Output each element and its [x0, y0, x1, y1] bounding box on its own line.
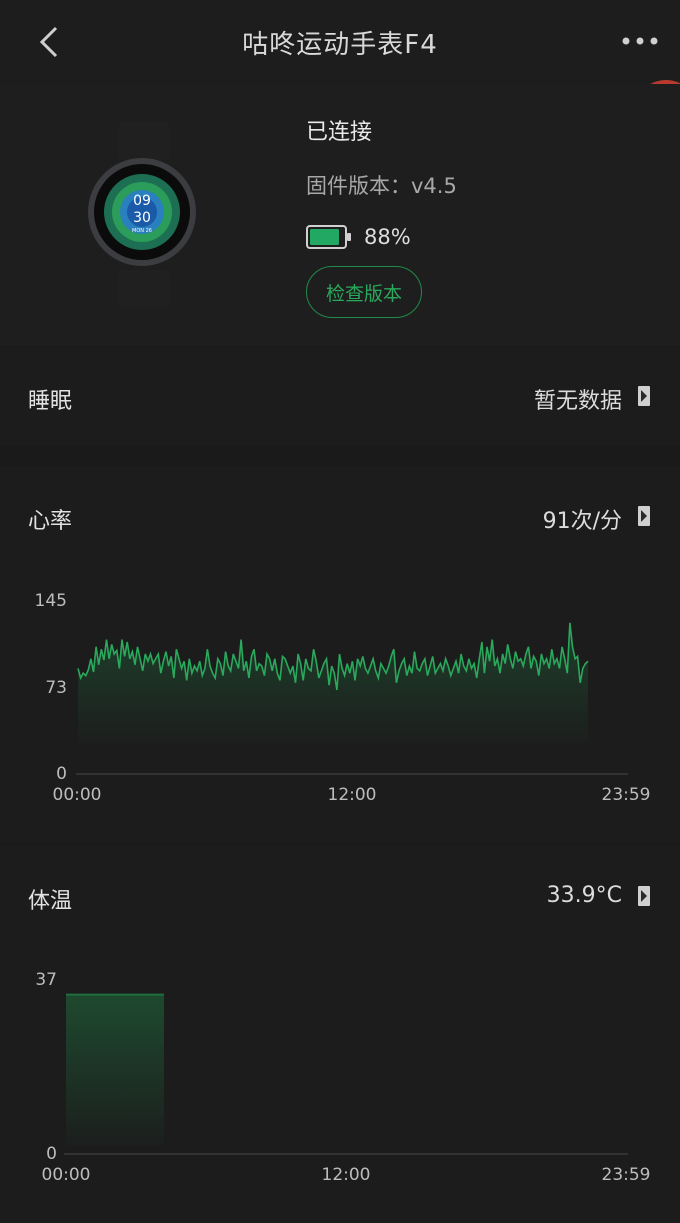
x-tick-label: 12:00: [322, 1165, 371, 1185]
x-tick-label: 12:00: [328, 785, 377, 805]
battery-indicator: 88%: [306, 224, 411, 250]
heart-rate-area: [78, 622, 588, 744]
y-tick-label: 37: [35, 970, 57, 990]
heart-rate-chart: 145 73 0 00:00 12:00 23:59: [35, 591, 651, 805]
x-tick-label: 00:00: [42, 1165, 91, 1185]
watch-date: MON 26: [132, 228, 152, 234]
y-tick-label: 73: [45, 678, 67, 698]
check-version-button[interactable]: 检查版本: [306, 266, 422, 318]
temperature-area: [66, 994, 164, 1146]
sleep-card[interactable]: 睡眠 暂无数据: [0, 348, 680, 446]
device-info-panel: 09 30 MON 26 已连接 固件版本：v4.5 88% 检查版本: [0, 84, 680, 346]
sleep-value: 暂无数据: [533, 389, 622, 414]
page-title: 咕咚运动手表F4: [242, 30, 438, 60]
sleep-label: 睡眠: [28, 389, 73, 414]
y-tick-label: 0: [56, 764, 67, 784]
y-tick-label: 145: [35, 591, 67, 611]
watch-hour: 09: [133, 193, 151, 209]
heart-rate-card[interactable]: 心率 91次/分 145 73 0 00:00 12:00 23:59: [0, 466, 680, 842]
chevron-right-icon[interactable]: [638, 386, 652, 406]
watch-image: 09 30 MON 26: [88, 122, 196, 308]
more-dots-icon[interactable]: [618, 26, 662, 56]
top-bar: 咕咚运动手表F4: [0, 0, 680, 84]
firmware-version: 固件版本：v4.5: [306, 174, 457, 198]
x-tick-label: 00:00: [53, 785, 102, 805]
connection-status: 已连接: [306, 120, 373, 145]
y-tick-label: 0: [46, 1144, 57, 1164]
x-tick-label: 23:59: [602, 785, 651, 805]
watch-minute: 30: [133, 210, 151, 226]
temperature-card[interactable]: 体温 33.9°C 37 0 00:00 12:00 23:59: [0, 846, 680, 1223]
battery-percent: 88%: [364, 225, 411, 249]
temperature-chart: 37 0 00:00 12:00 23:59: [35, 970, 651, 1185]
x-tick-label: 23:59: [602, 1165, 651, 1185]
battery-icon: [306, 225, 351, 249]
